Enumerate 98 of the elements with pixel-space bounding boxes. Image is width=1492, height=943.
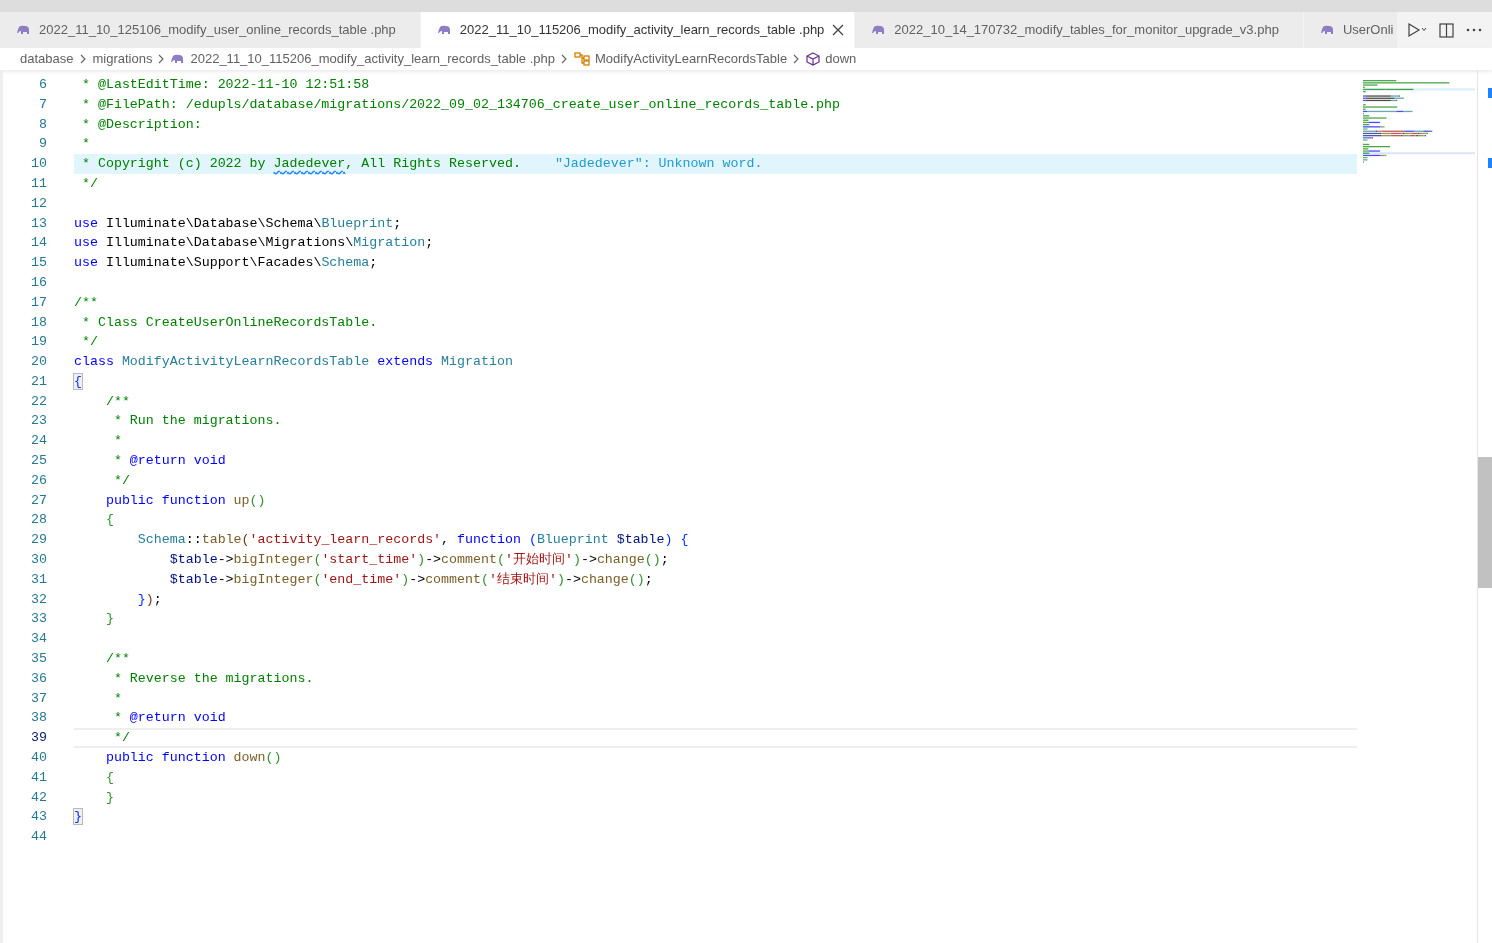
line-number: 20 bbox=[30, 353, 47, 372]
code-line: $table->bigInteger('end_time')->comment('结束时间')->change(); bbox=[168, 570, 653, 589]
line-number: 32 bbox=[30, 590, 47, 609]
line-number: 37 bbox=[30, 689, 47, 708]
code-line: } bbox=[104, 788, 114, 807]
code-line: * Reverse the migrations. bbox=[112, 669, 314, 688]
line-number: 39 bbox=[30, 729, 47, 748]
line-number: 16 bbox=[30, 273, 47, 292]
line-number: 8 bbox=[38, 115, 47, 134]
code-line: * @return void bbox=[112, 709, 226, 728]
line-number: 27 bbox=[30, 491, 47, 510]
code-line: * bbox=[112, 432, 122, 451]
chevron-icon bbox=[561, 54, 568, 64]
line-number: 36 bbox=[30, 669, 47, 688]
code-line: * bbox=[112, 689, 122, 708]
code-line: { bbox=[104, 768, 114, 787]
line-number: 43 bbox=[30, 808, 47, 827]
line-number: 13 bbox=[30, 214, 47, 233]
code-line: * Copyright (c) 2022 by Jadedever, All Rights Reserved. bbox=[80, 155, 521, 174]
line-number: 19 bbox=[30, 333, 47, 352]
line-number: 23 bbox=[30, 412, 47, 431]
code-line: /** bbox=[104, 392, 130, 411]
more-icon[interactable] bbox=[1466, 28, 1482, 32]
line-number: 11 bbox=[30, 174, 47, 193]
line-number: 18 bbox=[30, 313, 47, 332]
code-line: */ bbox=[80, 333, 98, 352]
breadcrumb-item[interactable]: ModifyActivityLearnRecordsTable bbox=[595, 49, 788, 69]
close-icon[interactable] bbox=[832, 24, 845, 36]
line-number: 7 bbox=[38, 95, 47, 114]
line-number: 12 bbox=[30, 194, 47, 213]
line-number: 21 bbox=[30, 372, 47, 391]
line-number: 33 bbox=[30, 610, 47, 629]
line-number: 42 bbox=[30, 788, 47, 807]
line-number: 26 bbox=[30, 471, 47, 490]
line-number: 35 bbox=[30, 650, 47, 669]
code-line: use Illuminate\Database\Migrations\Migration; bbox=[74, 234, 434, 253]
line-number: 29 bbox=[30, 531, 47, 550]
line-number: 14 bbox=[30, 234, 47, 253]
line-number: 6 bbox=[38, 75, 47, 94]
code-line: */ bbox=[112, 471, 130, 490]
code-line: public function up() bbox=[104, 491, 266, 510]
line-number: 44 bbox=[30, 828, 47, 847]
chevron-icon bbox=[793, 54, 801, 64]
line-number: 31 bbox=[30, 570, 47, 589]
elephant-icon bbox=[1320, 25, 1335, 35]
code-line: use Illuminate\Support\Facades\Schema; bbox=[74, 254, 378, 273]
split-editor-icon[interactable] bbox=[1439, 22, 1454, 38]
line-number: 22 bbox=[30, 392, 47, 411]
line-number: 28 bbox=[30, 511, 47, 530]
code-line: * Run the migrations. bbox=[112, 412, 282, 431]
code-line: }); bbox=[136, 590, 162, 609]
elephant-icon bbox=[872, 25, 887, 35]
code-line: * @Description: bbox=[80, 115, 202, 134]
code-line: /** bbox=[74, 293, 98, 312]
code-line: */ bbox=[112, 729, 130, 748]
editor-tab[interactable]: 2022_10_14_170732_modify_tables_for_monitor_upgrade_v3.php bbox=[855, 12, 1304, 48]
code-line: } bbox=[104, 610, 114, 629]
line-number: 9 bbox=[38, 135, 47, 154]
code-line: * @FilePath: /edupls/database/migrations/2022_09_02_134706_create_user_online_records_table.php bbox=[80, 95, 841, 114]
breadcrumb-item[interactable]: down bbox=[825, 49, 857, 69]
breadcrumb-item[interactable]: migrations bbox=[92, 49, 153, 69]
code-line: Schema::table('activity_learn_records', function (Blueprint $table) { bbox=[136, 531, 689, 550]
line-number: 34 bbox=[30, 630, 47, 649]
code-line: * bbox=[80, 135, 90, 154]
class-icon bbox=[574, 52, 590, 66]
breadcrumb-item[interactable]: 2022_11_10_115206_modify_activity_learn_records_table .php bbox=[190, 49, 555, 69]
code-line: public function down() bbox=[104, 749, 282, 768]
line-number: 24 bbox=[30, 432, 47, 451]
editor-tab[interactable]: 2022_11_10_125106_modify_user_online_records_table .php bbox=[0, 12, 421, 48]
code-line: $table->bigInteger('start_time')->comment('开始时间')->change(); bbox=[168, 551, 669, 570]
line-number: 41 bbox=[30, 768, 47, 787]
line-number: 17 bbox=[30, 293, 47, 312]
code-line: * @LastEditTime: 2022-11-10 12:51:58 bbox=[80, 75, 370, 94]
code-line: * Class CreateUserOnlineRecordsTable. bbox=[80, 313, 378, 332]
breadcrumb-item[interactable]: database bbox=[20, 49, 74, 69]
line-number: 15 bbox=[30, 254, 47, 273]
code-line: use Illuminate\Database\Schema\Blueprint; bbox=[74, 214, 402, 233]
cube-icon bbox=[806, 52, 821, 66]
elephant-icon bbox=[17, 25, 31, 35]
code-line: { bbox=[104, 511, 114, 530]
code-line: * @return void bbox=[112, 452, 226, 471]
line-number: 10 bbox=[30, 155, 47, 174]
scrollbar[interactable] bbox=[1477, 70, 1492, 943]
line-number: 30 bbox=[30, 551, 47, 570]
code-line: /** bbox=[104, 650, 130, 669]
editor-tab[interactable]: UserOnli bbox=[1303, 12, 1397, 48]
line-number: 38 bbox=[30, 709, 47, 728]
chevron-icon bbox=[79, 54, 87, 64]
code-line: class ModifyActivityLearnRecordsTable extends Migration bbox=[74, 353, 513, 372]
editor-tab[interactable]: 2022_11_10_115206_modify_activity_learn_records_table .php bbox=[420, 12, 856, 48]
chevron-icon bbox=[158, 54, 166, 64]
line-number: 40 bbox=[30, 749, 47, 768]
diagnostic-message: "Jadedever": Unknown word. bbox=[554, 155, 763, 174]
run-icon[interactable] bbox=[1407, 22, 1427, 38]
elephant-icon bbox=[171, 54, 186, 64]
line-number: 25 bbox=[30, 452, 47, 471]
elephant-icon bbox=[437, 25, 452, 35]
code-line: */ bbox=[80, 174, 98, 193]
